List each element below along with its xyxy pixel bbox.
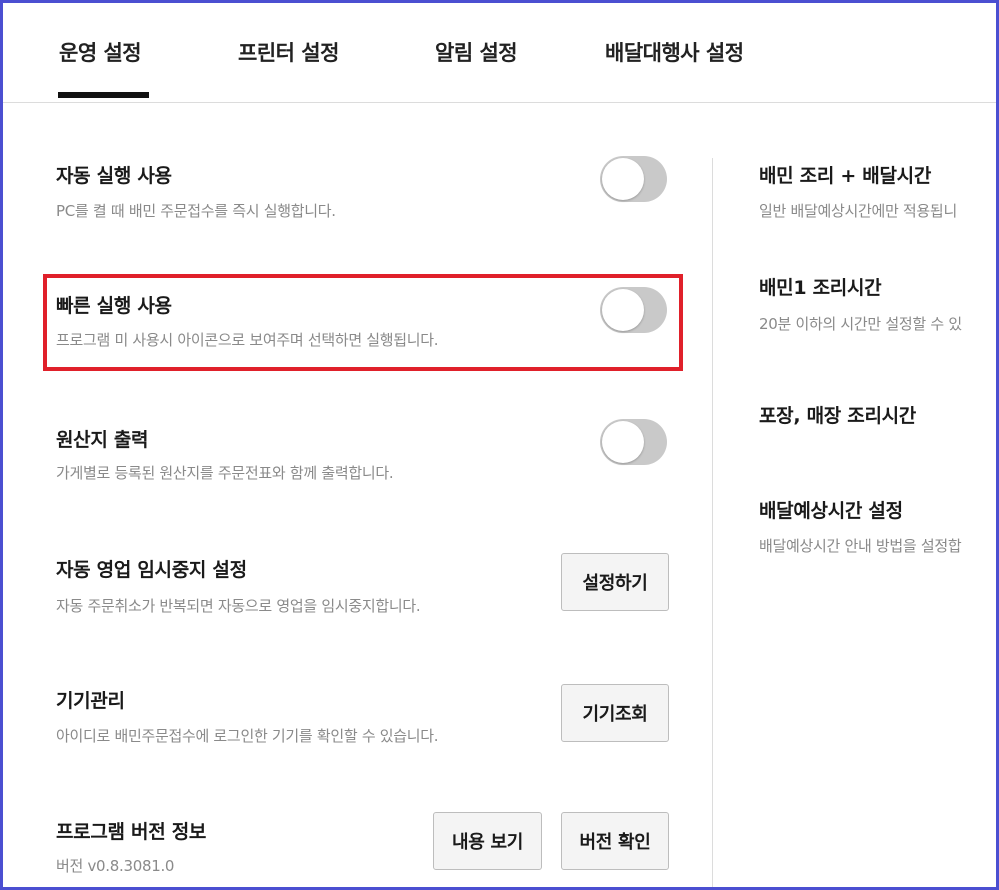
settings-tab-bar: 운영 설정 프린터 설정 알림 설정 배달대행사 설정 — [3, 3, 996, 103]
version-number: 버전 v0.8.3081.0 — [56, 857, 175, 875]
auto-run-description: PC를 켤 때 배민 주문접수를 즉시 실행합니다. — [56, 202, 336, 220]
tab-printer-settings[interactable]: 프린터 설정 — [238, 37, 339, 67]
highlight-box — [43, 274, 683, 371]
auto-run-toggle[interactable] — [600, 156, 667, 202]
device-lookup-button[interactable]: 기기조회 — [561, 684, 669, 742]
delivery-eta-title: 배달예상시간 설정 — [759, 500, 903, 522]
version-info-title: 프로그램 버전 정보 — [56, 821, 207, 843]
tab-delivery-agency-settings[interactable]: 배달대행사 설정 — [605, 37, 744, 67]
origin-print-toggle[interactable] — [600, 419, 667, 465]
device-manage-description: 아이디로 배민주문접수에 로그인한 기기를 확인할 수 있습니다. — [56, 727, 439, 745]
tab-notification-settings[interactable]: 알림 설정 — [435, 37, 518, 67]
pack-store-cook-time-title: 포장, 매장 조리시간 — [759, 405, 916, 427]
origin-print-description: 가게별로 등록된 원산지를 주문전표와 함께 출력합니다. — [56, 464, 394, 482]
auto-run-title: 자동 실행 사용 — [56, 165, 172, 187]
settings-window: 운영 설정 프린터 설정 알림 설정 배달대행사 설정 자동 실행 사용 PC를… — [0, 0, 999, 890]
baemin1-cook-time-title: 배민1 조리시간 — [759, 277, 882, 299]
view-content-button[interactable]: 내용 보기 — [433, 812, 542, 870]
active-tab-underline — [58, 92, 149, 98]
toggle-knob — [602, 421, 644, 463]
origin-print-title: 원산지 출력 — [56, 429, 149, 451]
cook-delivery-time-description: 일반 배달예상시간에만 적용됩니 — [759, 202, 957, 220]
tab-operation-settings[interactable]: 운영 설정 — [59, 37, 142, 67]
auto-pause-description: 자동 주문취소가 반복되면 자동으로 영업을 임시중지합니다. — [56, 597, 421, 615]
check-version-button[interactable]: 버전 확인 — [561, 812, 669, 870]
auto-pause-settings-button[interactable]: 설정하기 — [561, 553, 669, 611]
auto-pause-title: 자동 영업 임시중지 설정 — [56, 559, 247, 581]
delivery-eta-description: 배달예상시간 안내 방법을 설정합 — [759, 537, 962, 555]
cook-delivery-time-title: 배민 조리 + 배달시간 — [759, 165, 932, 187]
baemin1-cook-time-description: 20분 이하의 시간만 설정할 수 있 — [759, 315, 962, 333]
column-divider — [712, 158, 713, 887]
device-manage-title: 기기관리 — [56, 690, 125, 712]
toggle-knob — [602, 158, 644, 200]
